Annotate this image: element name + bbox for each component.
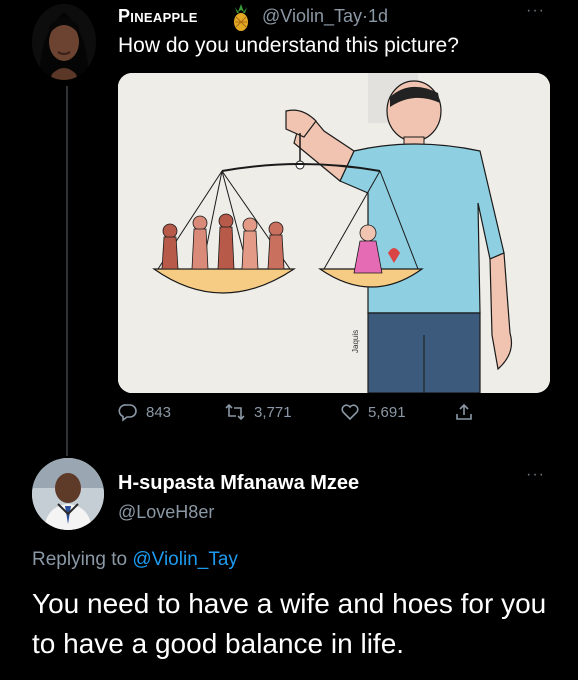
tweet-text: How do you understand this picture? [118, 34, 459, 57]
share-button[interactable] [454, 402, 474, 422]
pineapple-emoji-icon [228, 2, 254, 37]
tweet-image[interactable]: Jaquis [118, 73, 550, 393]
reply-more-icon[interactable]: ··· [526, 466, 545, 484]
artist-signature: Jaquis [351, 330, 360, 353]
retweet-count: 3,771 [254, 403, 292, 421]
tweet-author-name[interactable]: Pineapple [118, 6, 198, 27]
reply-author-avatar[interactable] [32, 458, 104, 530]
thread-connector-line [66, 86, 68, 456]
retweet-button[interactable]: 3,771 [224, 402, 292, 422]
tweet-time: 1d [368, 6, 389, 26]
like-button[interactable]: 5,691 [340, 402, 406, 422]
retweet-icon [224, 402, 246, 422]
balance-scale-illustration: Jaquis [118, 73, 550, 393]
share-icon [454, 402, 474, 422]
tweet-actions-bar: 843 3,771 5,691 [118, 402, 498, 430]
reply-author-name[interactable]: H-supasta Mfanawa Mzee [118, 472, 359, 495]
like-icon [340, 402, 360, 422]
replying-to-line: Replying to @Violin_Tay [32, 549, 238, 571]
tweet-author-handle[interactable]: @Violin_Tay·1d [262, 6, 388, 27]
reply-text: You need to have a wife and hoes for you… [32, 588, 547, 659]
like-count: 5,691 [368, 403, 406, 421]
reply-author-handle[interactable]: @LoveH8er [118, 502, 214, 523]
tweet-more-icon[interactable]: ··· [526, 2, 545, 20]
reply-button[interactable]: 843 [118, 402, 171, 422]
reply-icon [118, 402, 138, 422]
replying-prefix: Replying to [32, 549, 128, 570]
reply-count: 843 [146, 403, 172, 421]
replying-to-mention[interactable]: @Violin_Tay [132, 549, 238, 570]
tweet-author-avatar[interactable] [32, 4, 96, 80]
